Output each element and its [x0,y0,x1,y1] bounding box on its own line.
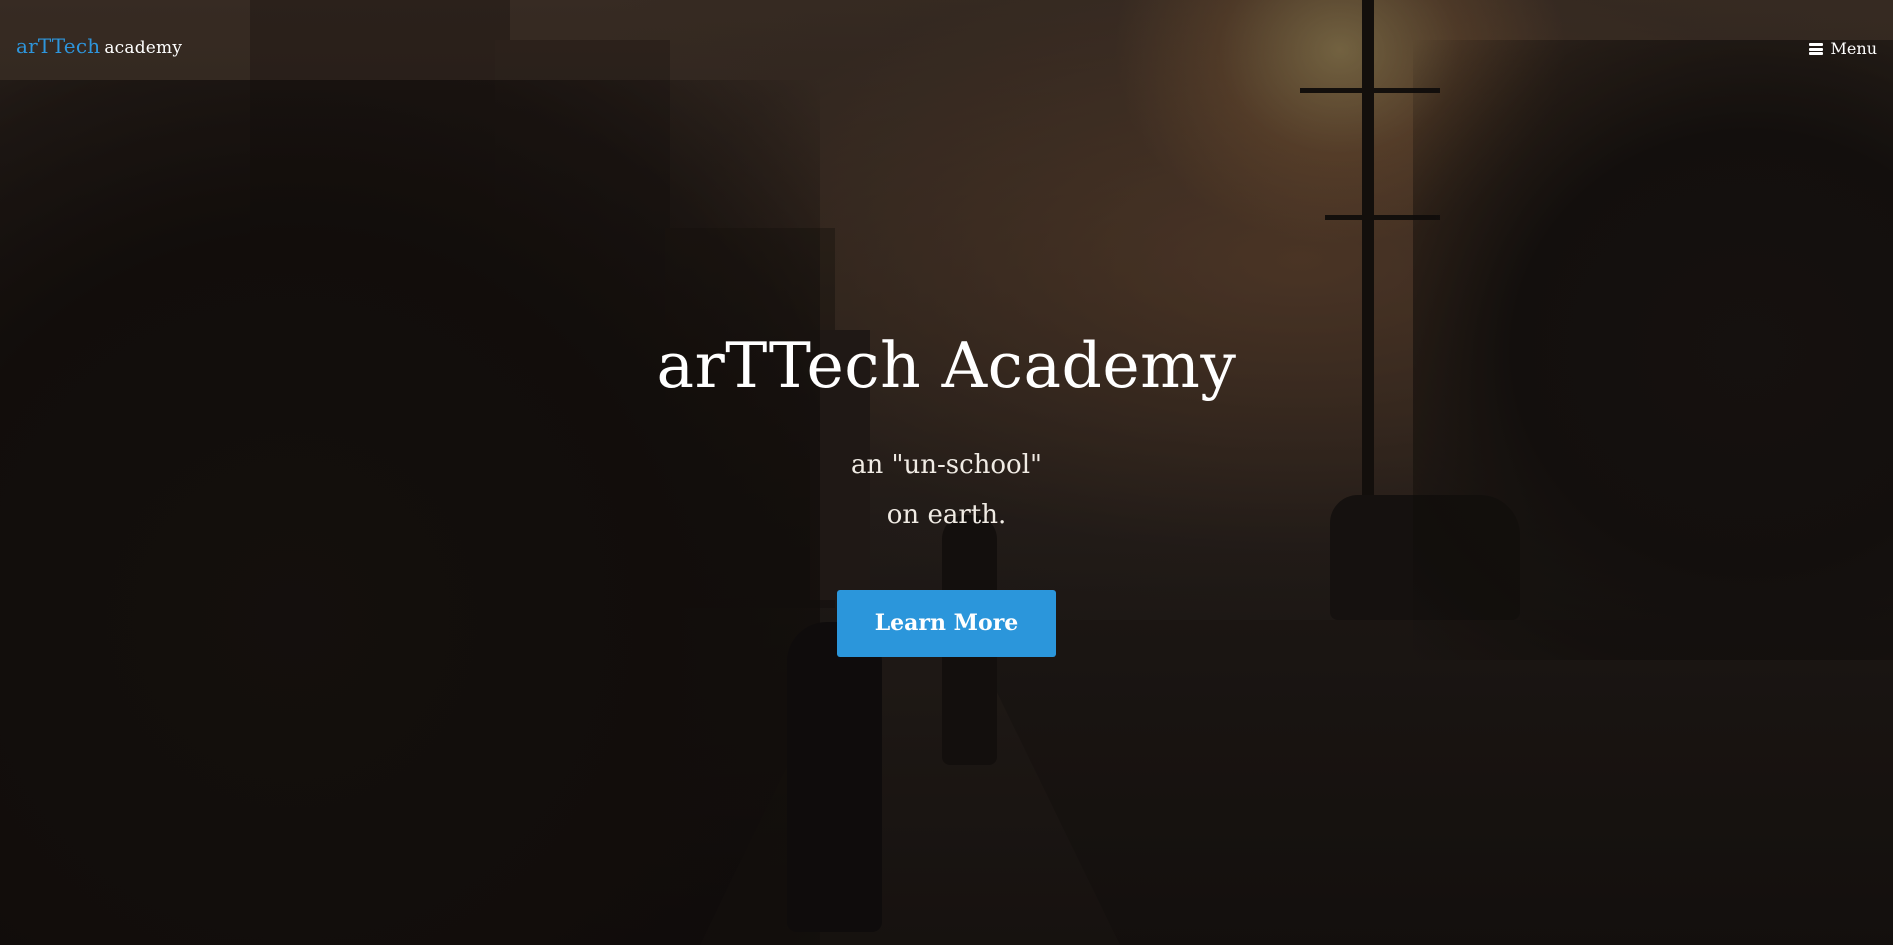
brand-logo-link[interactable]: arTTech academy [16,36,182,57]
learn-more-button[interactable]: Learn More [836,590,1057,658]
hero-content: arTTech Academy an "un-school" on earth.… [0,329,1893,658]
hero-subtitle-line-1: an "un-school" [851,450,1042,481]
brand-main-text: arTTech [16,34,101,58]
menu-toggle-button[interactable]: Menu [1808,39,1877,58]
hero-title: arTTech Academy [656,329,1237,402]
hero-subtitle: an "un-school" on earth. [0,440,1893,540]
hero-section: arTTech academy Menu arTTech Academy an "… [0,0,1893,945]
bars-icon [1808,43,1823,55]
brand-sub-text: academy [104,38,183,58]
menu-label: Menu [1830,39,1877,58]
hero-subtitle-line-2: on earth. [886,500,1007,531]
